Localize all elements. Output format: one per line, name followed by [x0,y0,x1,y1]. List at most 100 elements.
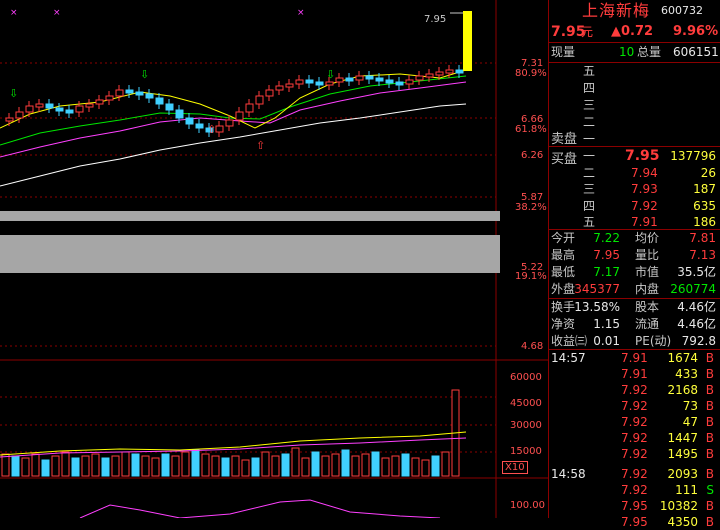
candle-body [155,97,164,105]
candle-body [255,95,264,105]
tick-row[interactable]: 14:58 7.92 2093 B [549,466,720,482]
volume-bar [311,451,320,477]
tick-side: S [706,483,714,497]
candle-body [35,103,44,108]
candle-body [425,73,434,78]
fund-label: 换手 [551,300,576,314]
buy-level-qty: 26 [700,165,716,180]
volume-bar [141,455,150,477]
fund-value: 0.01 [593,334,620,348]
tick-row[interactable]: 7.92 47 B [549,414,720,430]
candle-body [165,103,174,111]
buy-level-price: 7.92 [631,198,658,213]
buy-level-price: 7.94 [631,165,658,180]
volume-bar [431,455,440,477]
price-axis-label: 6.26 [521,150,544,161]
volume-bar [191,449,200,477]
tick-volume: 111 [675,483,698,497]
stat-value: 7.22 [593,231,620,245]
volume-bar [321,455,330,477]
tick-price: 7.91 [621,351,648,365]
fund-label: PE(动) [635,334,672,348]
tick-row[interactable]: 7.91 433 B [549,366,720,382]
sell-level-label: 二 [583,115,596,129]
volume-bar [361,453,370,477]
volume-bar [421,459,430,477]
price-row: 7.95 元 ▲0.72 9.96% [549,22,720,42]
tick-price: 7.92 [621,415,648,429]
volume-bar [401,453,410,477]
volume-bar [21,457,30,477]
candle-body [325,81,334,86]
volume-bar [31,453,40,477]
fund-value: 13.58% [574,300,620,314]
volume-bar [271,455,280,477]
volume-bar [211,455,220,477]
volume-bar [121,451,130,477]
buy-level-qty: 187 [693,182,716,196]
volume-bar [51,455,60,477]
down-arrow-icon: ⇩ [326,68,335,81]
tick-price: 7.95 [621,515,648,529]
volume-bar [71,457,80,477]
tick-side: B [705,431,714,445]
overlay-bar-bottom [0,235,500,273]
kline-chart-area[interactable]: ⇩ ⇩ ⇩ ⇧ ⇧ × × × 7.95 7.31 80.9% 6.66 61.… [0,0,548,519]
buy-level-price: 7.93 [631,182,658,196]
volume-bar [261,451,270,477]
stat-value: 7.95 [593,248,620,262]
candle-body [375,77,384,82]
tick-row[interactable]: 7.92 1447 B [549,430,720,446]
volume-bar [161,453,170,477]
tick-price: 7.92 [621,447,648,461]
candle-body [225,119,234,127]
candle-body [365,75,374,80]
current-volume-value: 10 [619,45,635,59]
stat-label: 市值 [635,265,660,279]
candle-body [355,75,364,81]
volume-bar [301,457,310,477]
candle-body [75,105,84,113]
tick-volume: 2168 [667,383,698,397]
total-volume-label: 总量 [637,45,662,59]
fund-label: 净资 [551,317,576,331]
fund-label: 股本 [635,300,660,314]
tick-volume: 73 [682,399,698,413]
volume-bar [251,457,260,477]
tick-row[interactable]: 7.95 10382 B [549,498,720,514]
volume-axis-label: 15000 [510,446,542,457]
fundamentals-row: 收益㈢ 0.01 PE(动) 792.8 [549,333,720,350]
tick-row[interactable]: 7.92 111 S [549,482,720,498]
tick-row[interactable]: 7.92 1495 B [549,446,720,462]
stat-value: 7.81 [689,231,716,245]
sell-level-row: 五 [549,63,720,80]
candle-body [25,105,34,113]
tick-row[interactable]: 7.95 4350 B [549,514,720,530]
tick-price: 7.92 [621,431,648,445]
sell-level-label: 五 [583,64,596,78]
pct-axis-label: 19.1% [515,271,547,282]
volume-bar [201,453,210,477]
stats-row: 最低 7.17 市值 35.5亿 [549,264,720,281]
tick-row[interactable]: 14:57 7.91 1674 B [549,350,720,366]
volume-bar [171,455,180,477]
tick-row[interactable]: 7.92 2168 B [549,382,720,398]
tick-side: B [705,447,714,461]
stats-row: 最高 7.95 量比 7.13 [549,247,720,264]
current-volume-label: 现量 [551,45,576,59]
stat-value: 345377 [574,282,620,296]
tick-price: 7.91 [621,367,648,381]
candle-body [135,91,144,96]
stat-label: 最低 [551,265,576,279]
tick-row[interactable]: 7.92 73 B [549,398,720,414]
candle-body [145,93,154,99]
buy-level-price: 7.95 [625,148,660,164]
candle-body [245,103,254,113]
fund-value: 792.8 [681,334,716,348]
kline-chart-svg[interactable]: ⇩ ⇩ ⇩ ⇧ ⇧ × × × 7.95 [0,0,548,519]
tick-price: 7.92 [621,399,648,413]
limit-up-bar [463,11,472,71]
volume-bar [241,459,250,477]
stat-value: 7.17 [593,265,620,279]
down-arrow-icon: ⇩ [9,87,18,100]
